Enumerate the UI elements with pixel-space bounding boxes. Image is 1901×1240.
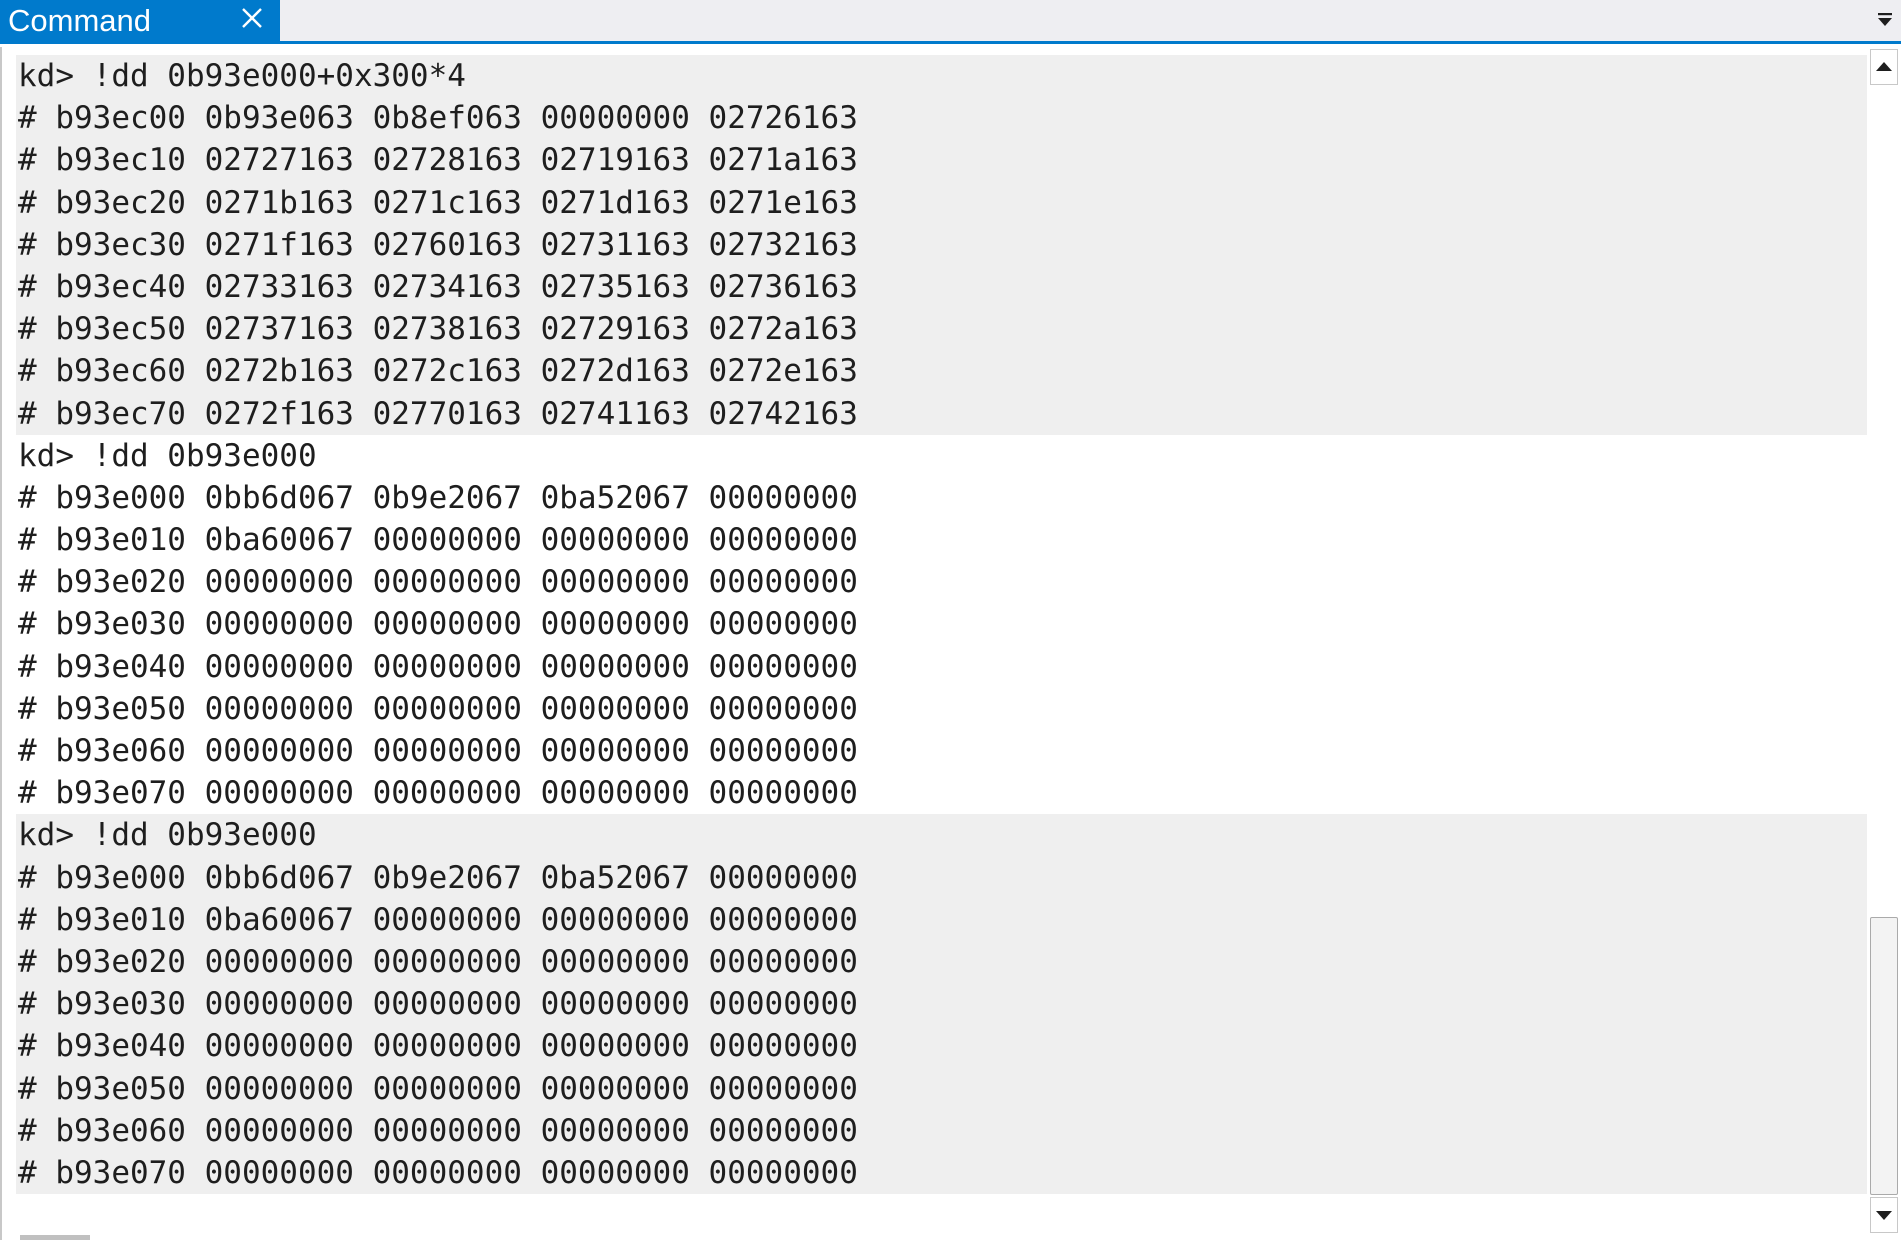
scroll-thumb[interactable] <box>1870 917 1898 1195</box>
output-line: # b93e000 0bb6d067 0b9e2067 0ba52067 000… <box>18 859 858 896</box>
output-line: # b93ec10 02727163 02728163 02719163 027… <box>18 142 858 179</box>
output-line: # b93e000 0bb6d067 0b9e2067 0ba52067 000… <box>18 479 858 516</box>
output-line: # b93e060 00000000 00000000 00000000 000… <box>18 733 858 769</box>
scroll-up-arrow-icon[interactable] <box>1870 49 1898 85</box>
output-line: # b93e050 00000000 00000000 00000000 000… <box>18 690 858 727</box>
output-line: # b93ec00 0b93e063 0b8ef063 00000000 027… <box>18 100 858 137</box>
output-line: # b93e070 00000000 00000000 00000000 000… <box>18 775 858 812</box>
output-line: # b93ec40 02733163 02734163 02735163 027… <box>18 268 858 305</box>
output-line: # b93ec50 02737163 02738163 02729163 027… <box>18 311 858 348</box>
command-block: kd> !dd 0b93e000+0x300*4 # b93ec00 0b93e0… <box>16 55 1870 435</box>
tab-label: Command <box>8 3 151 38</box>
horizontal-scroll-thumb[interactable] <box>20 1235 90 1240</box>
command-output-pane[interactable]: kd> !dd 0b93e000+0x300*4 # b93ec00 0b93e0… <box>0 47 1901 1240</box>
output-line: # b93e020 00000000 00000000 00000000 000… <box>18 943 858 980</box>
output-line: # b93ec60 0272b163 0272c163 0272d163 027… <box>18 353 858 390</box>
output-line: # b93e040 00000000 00000000 00000000 000… <box>18 1028 858 1065</box>
command-line: kd> !dd 0b93e000 <box>18 817 317 854</box>
close-icon[interactable] <box>238 4 266 32</box>
command-output: kd> !dd 0b93e000+0x300*4 # b93ec00 0b93e0… <box>16 55 1870 1195</box>
output-line: # b93e030 00000000 00000000 00000000 000… <box>18 606 858 643</box>
output-line: # b93ec30 0271f163 02760163 02731163 027… <box>18 226 858 263</box>
tab-command[interactable]: Command <box>0 0 280 44</box>
command-line: kd> !dd 0b93e000 <box>18 437 317 474</box>
output-line: # b93ec20 0271b163 0271c163 0271d163 027… <box>18 184 858 221</box>
output-line: # b93e040 00000000 00000000 00000000 000… <box>18 648 858 685</box>
command-line: kd> !dd 0b93e000+0x300*4 <box>18 58 466 94</box>
output-line: # b93e020 00000000 00000000 00000000 000… <box>18 564 858 601</box>
output-line: # b93e030 00000000 00000000 00000000 000… <box>18 986 858 1023</box>
chevron-down-icon[interactable] <box>1875 10 1895 30</box>
tab-bar: Command <box>0 0 1901 44</box>
command-block: kd> !dd 0b93e000 # b93e000 0bb6d067 0b9e2… <box>16 814 1870 1195</box>
output-line: # b93e010 0ba60067 00000000 00000000 000… <box>18 522 858 559</box>
output-line: # b93e070 00000000 00000000 00000000 000… <box>18 1154 858 1191</box>
scroll-down-arrow-icon[interactable] <box>1870 1197 1898 1233</box>
output-line: # b93ec70 0272f163 02770163 02741163 027… <box>18 395 858 432</box>
output-line: # b93e010 0ba60067 00000000 00000000 000… <box>18 901 858 938</box>
command-window: Command kd> !dd 0b93e000+0x300*4 # b93ec0… <box>0 0 1901 1240</box>
output-line: # b93e050 00000000 00000000 00000000 000… <box>18 1070 858 1107</box>
vertical-scrollbar[interactable] <box>1867 47 1901 1240</box>
output-line: # b93e060 00000000 00000000 00000000 000… <box>18 1112 858 1149</box>
command-block: kd> !dd 0b93e000 # b93e000 0bb6d067 0b9e2… <box>16 434 1870 815</box>
